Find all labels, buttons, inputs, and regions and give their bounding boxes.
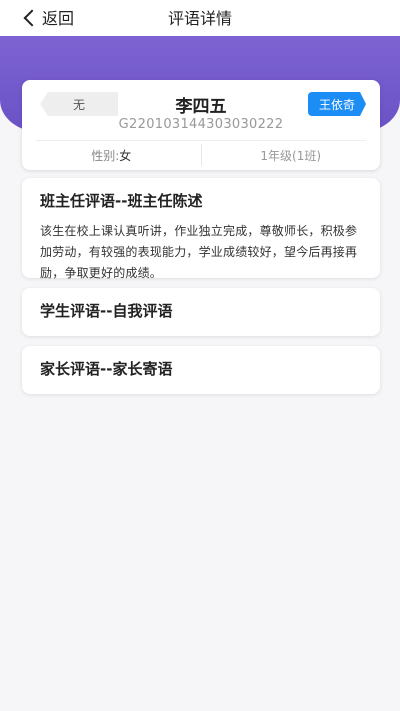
- gender-info: 性别: 女: [22, 144, 201, 166]
- class-value: 1年级(1班): [260, 148, 322, 163]
- page-title: 评语详情: [167, 9, 232, 28]
- comment-title: 班主任评语--班主任陈述: [40, 192, 203, 210]
- comment-card-parent[interactable]: 家长评语--家长寄语: [22, 346, 380, 394]
- comment-card-teacher[interactable]: 班主任评语--班主任陈述 该生在校上课认真听讲，作业独立完成，尊敬师长，积极参加…: [22, 178, 380, 280]
- student-id: G220103144303030222: [118, 117, 284, 132]
- nav-bar: 返回 评语详情: [0, 0, 400, 36]
- comment-body: 该生在校上课认真听讲，作业独立完成，尊敬师长，积极参加劳动，有较强的表现能力，学…: [40, 224, 358, 280]
- gender-label: 性别:: [91, 148, 120, 163]
- gender-value: 女: [119, 148, 132, 163]
- comment-title: 家长评语--家长寄语: [40, 360, 173, 378]
- student-info-card: 无 李四五 王依奇 G220103144303030222 性别: 女 1年级(…: [22, 80, 380, 170]
- comment-card-student[interactable]: 学生评语--自我评语: [22, 288, 380, 336]
- comment-title: 学生评语--自我评语: [40, 302, 173, 320]
- teacher-badge: 王依奇: [308, 92, 366, 116]
- divider: [36, 140, 366, 141]
- class-info: 1年级(1班): [202, 144, 381, 166]
- student-meta-row: 性别: 女 1年级(1班): [22, 144, 380, 166]
